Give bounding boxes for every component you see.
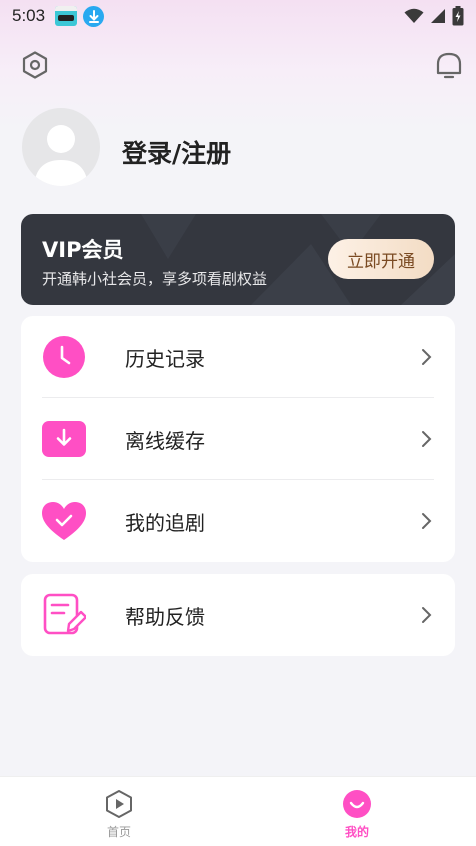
menu-item-offline-cache[interactable]: 离线缓存	[21, 398, 455, 480]
vip-subtitle: 开通韩小社会员，享多项看剧权益	[42, 270, 268, 288]
menu-item-my-follows[interactable]: 我的追剧	[21, 480, 455, 562]
chevron-right-icon	[422, 431, 432, 447]
download-notification-icon	[83, 5, 105, 27]
tab-mine[interactable]: 我的	[327, 789, 387, 840]
chevron-right-icon	[422, 349, 432, 365]
tab-home[interactable]: 首页	[89, 789, 149, 840]
status-time: 5:03	[12, 6, 46, 25]
home-play-icon	[106, 790, 132, 818]
menu-card: 历史记录 离线缓存 我的追剧	[21, 316, 455, 562]
vip-open-button[interactable]: 立即开通	[328, 239, 434, 279]
chevron-right-icon	[422, 607, 432, 623]
default-avatar-icon	[34, 125, 88, 186]
vip-card[interactable]: VIP会员 开通韩小社会员，享多项看剧权益 立即开通	[21, 214, 455, 305]
menu-item-label: 离线缓存	[125, 428, 205, 453]
help-card: 帮助反馈	[21, 574, 455, 656]
login-register-link[interactable]: 登录/注册	[122, 134, 231, 170]
clock-icon	[42, 335, 86, 379]
chevron-right-icon	[422, 513, 432, 529]
app-notification-icon	[55, 6, 78, 26]
avatar[interactable]	[22, 108, 100, 186]
message-bubble-icon[interactable]	[434, 50, 464, 80]
tab-home-label: 首页	[106, 825, 131, 839]
menu-item-label: 帮助反馈	[125, 604, 205, 629]
menu-item-label: 历史记录	[125, 346, 205, 371]
battery-icon	[452, 6, 464, 26]
download-icon	[42, 417, 86, 461]
profile-smile-icon	[343, 790, 371, 818]
tab-mine-label: 我的	[344, 825, 369, 839]
signal-icon	[431, 9, 445, 23]
bottom-navigation: 首页 我的	[0, 776, 476, 846]
menu-item-help-feedback[interactable]: 帮助反馈	[21, 574, 455, 656]
vip-title: VIP会员	[42, 238, 124, 262]
hexagon-settings-icon[interactable]	[20, 50, 50, 80]
status-bar: 5:03	[0, 0, 476, 32]
menu-item-history[interactable]: 历史记录	[21, 316, 455, 398]
heart-check-icon	[42, 499, 86, 543]
feedback-note-icon	[42, 593, 86, 637]
wifi-icon	[404, 8, 424, 23]
menu-item-label: 我的追剧	[125, 510, 205, 535]
